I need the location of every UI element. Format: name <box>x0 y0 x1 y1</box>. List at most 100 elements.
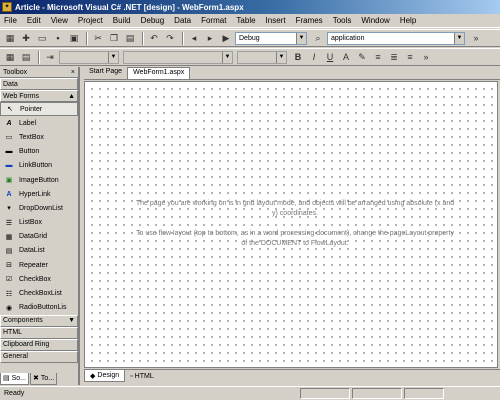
tab-solution-explorer[interactable]: ▤ So... <box>0 372 30 385</box>
tab-toolbox[interactable]: ✖ To... <box>30 372 58 385</box>
solution-config-value: Debug <box>239 34 260 42</box>
tool-datagrid[interactable]: ▦ DataGrid <box>0 230 78 244</box>
menu-table[interactable]: Table <box>236 16 255 25</box>
tab-start-page[interactable]: Start Page <box>84 67 127 79</box>
design-surface[interactable]: The page you are working on is in grid l… <box>84 81 498 368</box>
chevron-down-icon[interactable]: ▼ <box>276 51 286 63</box>
tool-textbox[interactable]: ▭ TextBox <box>0 130 78 144</box>
start-icon[interactable]: ▶ <box>219 31 233 45</box>
menu-data[interactable]: Data <box>174 16 191 25</box>
tool-checkbox[interactable]: ☑ CheckBox <box>0 272 78 286</box>
toolbar-options-icon[interactable]: » <box>469 31 483 45</box>
save-icon[interactable]: ▪ <box>51 31 65 45</box>
new-project-icon[interactable]: ▦ <box>3 31 17 45</box>
tool-button[interactable]: ▬ Button <box>0 145 78 159</box>
status-text: Ready <box>4 390 25 397</box>
menu-format[interactable]: Format <box>201 16 226 25</box>
menu-tools[interactable]: Tools <box>333 16 352 25</box>
toolbox-header: Toolbox × <box>0 67 78 78</box>
toolbox-tab-components[interactable]: Components ▼ <box>0 314 78 327</box>
redo-icon[interactable]: ↷ <box>163 31 177 45</box>
tool-repeater[interactable]: ⊟ Repeater <box>0 258 78 272</box>
menu-edit[interactable]: Edit <box>27 16 41 25</box>
toolbox-tab-general[interactable]: General <box>0 350 78 363</box>
tool-label: CheckBoxList <box>19 290 62 298</box>
add-item-icon[interactable]: ✚ <box>19 31 33 45</box>
menu-view[interactable]: View <box>51 16 68 25</box>
textbox-icon: ▭ <box>5 134 13 142</box>
menu-build[interactable]: Build <box>113 16 131 25</box>
paste-icon[interactable]: ▤ <box>123 31 137 45</box>
toolbox-tab-html[interactable]: HTML <box>0 326 78 339</box>
menu-debug[interactable]: Debug <box>141 16 165 25</box>
snap-icon[interactable]: ▤ <box>19 50 33 64</box>
listbox-icon: ☰ <box>5 219 13 227</box>
tab-webform1[interactable]: WebForm1.aspx <box>127 67 191 79</box>
tool-datalist[interactable]: ▤ DataList <box>0 244 78 258</box>
tool-label: TextBox <box>19 133 44 141</box>
underline-icon[interactable]: U <box>323 50 337 64</box>
tool-dropdownlist[interactable]: ▾ DropDownList <box>0 201 78 215</box>
toolbox-panel: Toolbox × Data Web Forms ▲ ↖ Pointer A Lab… <box>0 67 80 385</box>
tool-label: DataList <box>19 247 45 255</box>
view-tabs: ◆ Design ▫ HTML <box>84 369 500 382</box>
bold-icon[interactable]: B <box>291 50 305 64</box>
close-icon[interactable]: × <box>71 69 75 76</box>
tool-linkbutton[interactable]: ▬ LinkButton <box>0 159 78 173</box>
window-title: Article - Microsoft Visual C# .NET [desi… <box>15 2 244 12</box>
font-name-select[interactable]: ▼ <box>123 50 233 64</box>
menu-window[interactable]: Window <box>361 16 389 25</box>
toolbox-tab-web-forms[interactable]: Web Forms ▲ <box>0 90 78 102</box>
menu-insert[interactable]: Insert <box>266 16 286 25</box>
save-all-icon[interactable]: ▣ <box>67 31 81 45</box>
solution-icon: ▤ <box>3 375 10 382</box>
scroll-up-icon[interactable]: ▲ <box>68 93 75 100</box>
view-tab-label: Design <box>97 372 120 379</box>
font-color-icon[interactable]: A <box>339 50 353 64</box>
toolbox-tab-data[interactable]: Data <box>0 78 78 90</box>
open-icon[interactable]: ▭ <box>35 31 49 45</box>
solution-config-select[interactable]: Debug ▼ <box>235 31 307 45</box>
tool-label[interactable]: A Label <box>0 116 78 130</box>
find-combo[interactable]: application ▼ <box>327 31 465 45</box>
align-icon[interactable]: ⇥ <box>43 50 57 64</box>
tool-checkboxlist[interactable]: ☷ CheckBoxList <box>0 286 78 300</box>
nav-forward-icon[interactable]: ▸ <box>203 31 217 45</box>
chevron-down-icon[interactable]: ▼ <box>454 32 464 44</box>
tool-imagebutton[interactable]: ▣ ImageButton <box>0 173 78 187</box>
align-right-icon[interactable]: ≡ <box>403 50 417 64</box>
tool-hyperlink[interactable]: A HyperLink <box>0 187 78 201</box>
dropdown-icon: ▾ <box>7 205 11 213</box>
undo-icon[interactable]: ↶ <box>147 31 161 45</box>
grid-layout-message: The page you are working on is in grid l… <box>135 199 455 259</box>
italic-icon[interactable]: I <box>307 50 321 64</box>
menu-frames[interactable]: Frames <box>296 16 323 25</box>
menu-project[interactable]: Project <box>78 16 103 25</box>
tab-html-view[interactable]: ▫ HTML <box>125 370 159 382</box>
tool-radiobuttonlist[interactable]: ◉ RadioButtonLis <box>0 301 78 315</box>
menu-help[interactable]: Help <box>400 16 416 25</box>
align-left-icon[interactable]: ≡ <box>371 50 385 64</box>
copy-icon[interactable]: ❐ <box>107 31 121 45</box>
chevron-down-icon[interactable]: ▼ <box>108 51 118 63</box>
panel-tab-label: So... <box>11 374 27 382</box>
font-size-select[interactable]: ▼ <box>237 50 287 64</box>
datalist-icon: ▤ <box>5 247 13 255</box>
tool-pointer[interactable]: ↖ Pointer <box>0 102 78 117</box>
block-format-select[interactable]: ▼ <box>59 50 119 64</box>
cut-icon[interactable]: ✂ <box>91 31 105 45</box>
menu-file[interactable]: File <box>4 16 17 25</box>
align-center-icon[interactable]: ≣ <box>387 50 401 64</box>
highlight-icon[interactable]: ✎ <box>355 50 369 64</box>
linkbutton-icon: ▬ <box>5 162 13 170</box>
grid-icon[interactable]: ▦ <box>3 50 17 64</box>
chevron-down-icon[interactable]: ▼ <box>296 32 306 44</box>
nav-back-icon[interactable]: ◂ <box>187 31 201 45</box>
scroll-down-icon[interactable]: ▼ <box>68 317 75 324</box>
tab-design-view[interactable]: ◆ Design <box>84 370 126 382</box>
chevron-down-icon[interactable]: ▼ <box>222 51 232 63</box>
find-in-files-icon[interactable]: ⌕ <box>311 31 325 45</box>
tool-listbox[interactable]: ☰ ListBox <box>0 216 78 230</box>
toolbar-options-icon[interactable]: » <box>419 50 433 64</box>
toolbox-tab-clipboard-ring[interactable]: Clipboard Ring <box>0 338 78 351</box>
